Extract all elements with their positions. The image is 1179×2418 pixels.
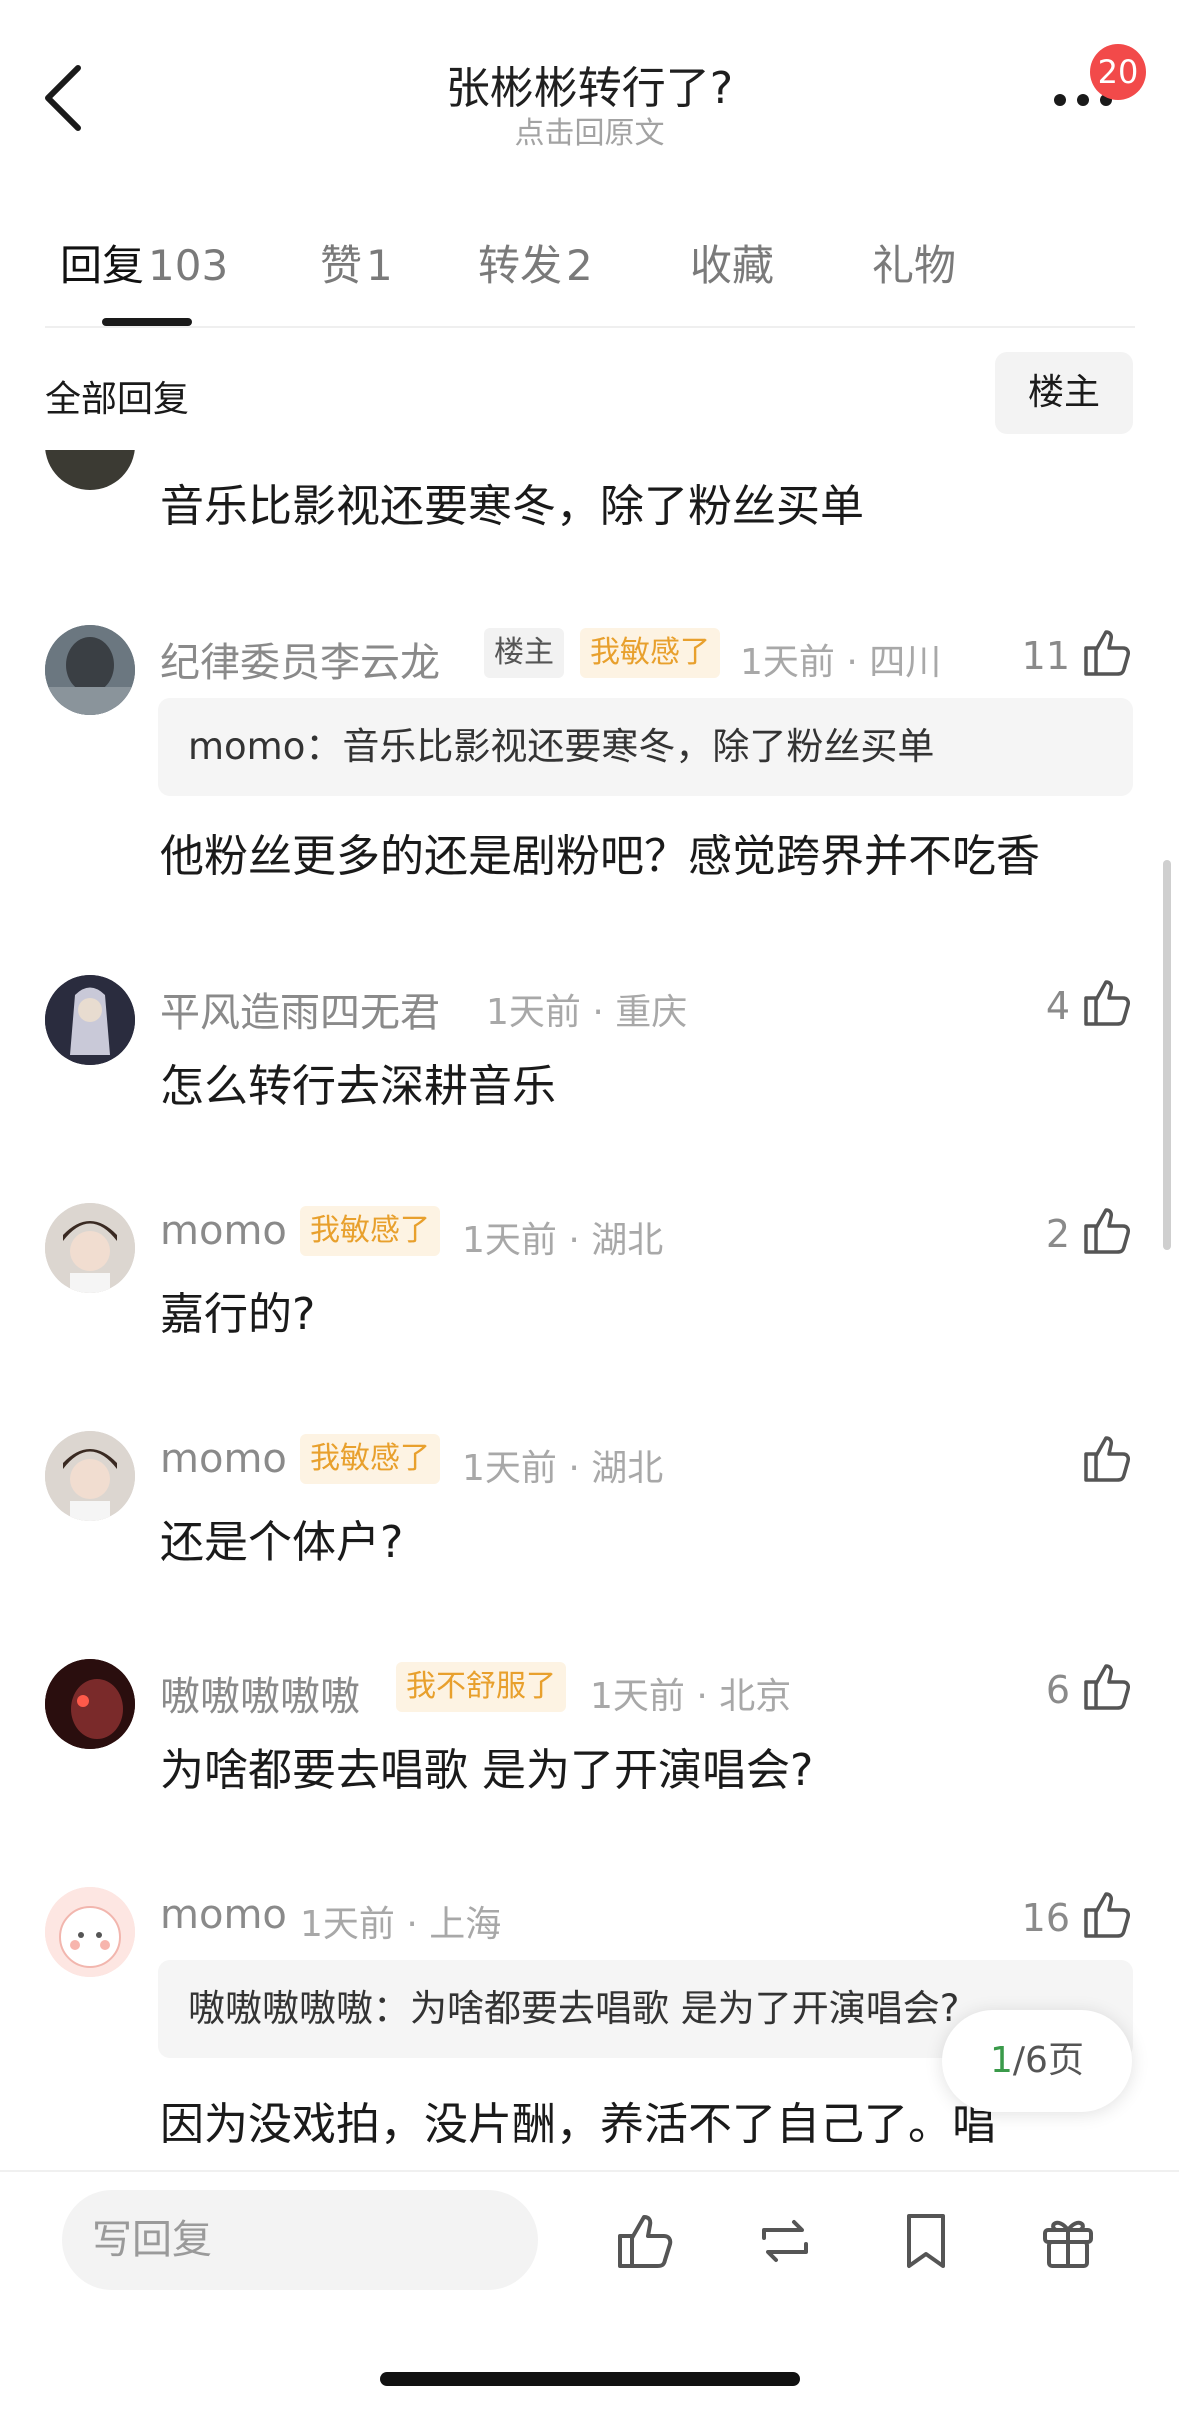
like-count: 6: [1045, 1668, 1070, 1712]
quoted-user: 嗷嗷嗷嗷嗷：: [188, 1987, 410, 2030]
divider: [45, 326, 1135, 328]
comment-body: 嘉行的?: [160, 1289, 316, 1340]
like-count: 16: [1021, 1896, 1070, 1940]
quoted-reply[interactable]: momo：音乐比影视还要寒冬，除了粉丝买单: [158, 698, 1133, 796]
thumbs-up-icon[interactable]: [1080, 1430, 1136, 1486]
avatar[interactable]: [45, 1659, 135, 1749]
thumbs-up-icon[interactable]: [612, 2208, 678, 2274]
like-count: 2: [1045, 1212, 1070, 1256]
username[interactable]: 平风造雨四无君: [160, 980, 440, 1038]
timestamp-location: 1天前 · 湖北: [462, 1448, 664, 1489]
username[interactable]: momo: [160, 1208, 287, 1254]
op-only-button[interactable]: 楼主: [995, 352, 1133, 434]
username[interactable]: 纪律委员李云龙: [160, 630, 440, 688]
repost-icon[interactable]: [752, 2208, 818, 2274]
comment-body: 怎么转行去深耕音乐: [160, 1061, 556, 1112]
tab-gifts[interactable]: 礼物: [872, 232, 956, 293]
comment-body: 还是个体户?: [160, 1517, 404, 1568]
timestamp-location: 1天前 · 重庆: [486, 992, 688, 1033]
emotion-tag: 我不舒服了: [396, 1662, 566, 1712]
home-indicator[interactable]: [380, 2372, 800, 2386]
tab-favorites[interactable]: 收藏: [690, 232, 774, 293]
avatar[interactable]: [45, 625, 135, 715]
avatar[interactable]: [45, 975, 135, 1065]
timestamp-location: 1天前 · 四川: [740, 642, 942, 683]
page-indicator[interactable]: 1/6页: [942, 2010, 1132, 2112]
tab-count: 103: [148, 241, 229, 290]
page-title: 张彬彬转行了?: [445, 63, 734, 114]
op-tag: 楼主: [484, 628, 564, 678]
notification-badge: 20: [1090, 44, 1146, 100]
tab-label: 赞: [320, 241, 363, 290]
gift-icon[interactable]: [1035, 2208, 1101, 2274]
emotion-tag: 我敏感了: [580, 628, 720, 678]
username[interactable]: 嗷嗷嗷嗷嗷: [160, 1664, 360, 1722]
timestamp-location: 1天前 · 上海: [300, 1904, 502, 1945]
tab-replies[interactable]: 回复103: [60, 232, 228, 293]
tab-likes[interactable]: 赞1: [320, 232, 393, 293]
thumbs-up-icon[interactable]: [1080, 974, 1136, 1030]
active-tab-indicator: [102, 318, 192, 326]
thumbs-up-icon[interactable]: [1080, 1658, 1136, 1714]
back-to-original-link[interactable]: 点击回原文: [0, 108, 1179, 152]
avatar[interactable]: [45, 1887, 135, 1977]
comment-body: 为啥都要去唱歌 是为了开演唱会?: [160, 1745, 814, 1796]
current-page: 1: [990, 2040, 1013, 2081]
tab-label: 礼物: [872, 241, 957, 290]
scrollbar[interactable]: [1163, 860, 1171, 1250]
timestamp-location: 1天前 · 北京: [590, 1676, 792, 1717]
reply-input[interactable]: 写回复: [62, 2190, 538, 2290]
tab-label: 回复: [60, 241, 145, 290]
quoted-text: 音乐比影视还要寒冬，除了粉丝买单: [342, 725, 935, 768]
quoted-text: 为啥都要去唱歌 是为了开演唱会?: [410, 1987, 960, 2030]
emotion-tag: 我敏感了: [300, 1434, 440, 1484]
thumbs-up-icon[interactable]: [1080, 624, 1136, 680]
bookmark-icon[interactable]: [893, 2208, 959, 2274]
tab-count: 1: [366, 241, 393, 290]
like-count: 11: [1021, 634, 1070, 678]
avatar[interactable]: [45, 1203, 135, 1293]
all-replies-label: 全部回复: [45, 379, 190, 420]
username[interactable]: momo: [160, 1892, 287, 1938]
avatar[interactable]: [45, 1431, 135, 1521]
emotion-tag: 我敏感了: [300, 1206, 440, 1256]
timestamp-location: 1天前 · 湖北: [462, 1220, 664, 1261]
tab-label: 收藏: [690, 241, 775, 290]
total-pages: /6页: [1012, 2040, 1084, 2081]
username[interactable]: momo: [160, 1436, 287, 1482]
tab-reposts[interactable]: 转发2: [478, 232, 593, 293]
thumbs-up-icon[interactable]: [1080, 1886, 1136, 1942]
thumbs-up-icon[interactable]: [1080, 1202, 1136, 1258]
tab-label: 转发: [478, 241, 563, 290]
comment-body: 音乐比影视还要寒冬，除了粉丝买单: [160, 481, 864, 532]
like-count: 4: [1045, 984, 1070, 1028]
quoted-user: momo：: [188, 725, 343, 768]
comment-body: 他粉丝更多的还是剧粉吧？感觉跨界并不吃香: [160, 831, 1040, 882]
tab-count: 2: [566, 241, 593, 290]
